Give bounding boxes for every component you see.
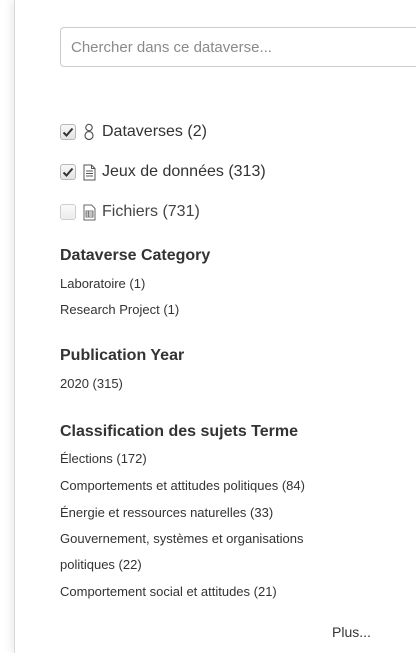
facet-title-publication-year: Publication Year	[60, 347, 185, 364]
dataverse-icon	[82, 123, 96, 141]
facet-title-dataverse-category: Dataverse Category	[60, 247, 211, 264]
facet-item[interactable]: Gouvernement, systèmes et organisations	[60, 531, 304, 546]
facet-item[interactable]: Comportements et attitudes politiques (8…	[60, 478, 305, 493]
facet-item[interactable]: Élections (172)	[60, 451, 147, 466]
more-link[interactable]: Plus...	[332, 624, 371, 640]
facet-item[interactable]: Laboratoire (1)	[60, 276, 145, 291]
file-table-icon	[82, 203, 96, 221]
checkmark-icon	[62, 127, 74, 137]
datasets-label: Jeux de données (313)	[102, 163, 266, 180]
dataverses-checkbox[interactable]	[60, 124, 76, 140]
datasets-checkbox[interactable]	[60, 164, 76, 180]
facet-item[interactable]: 2020 (315)	[60, 376, 123, 391]
checkmark-icon	[62, 167, 74, 177]
facet-item[interactable]: Énergie et ressources naturelles (33)	[60, 505, 273, 520]
files-checkbox[interactable]	[60, 204, 76, 220]
facet-title-subject-classification: Classification des sujets Terme	[60, 423, 299, 440]
facet-item[interactable]: Research Project (1)	[60, 302, 179, 317]
type-filter-files[interactable]: Fichiers (731)	[60, 200, 200, 224]
dataset-file-icon	[82, 163, 96, 181]
search-facet-panel	[14, 0, 420, 653]
facet-item[interactable]: Comportement social et attitudes (21)	[60, 584, 277, 599]
type-filter-datasets[interactable]: Jeux de données (313)	[60, 160, 266, 184]
search-input[interactable]	[60, 27, 416, 67]
type-filter-dataverses[interactable]: Dataverses (2)	[60, 120, 207, 144]
facet-item-continued[interactable]: politiques (22)	[60, 557, 142, 572]
dataverses-label: Dataverses (2)	[102, 123, 207, 140]
files-label: Fichiers (731)	[102, 203, 200, 220]
